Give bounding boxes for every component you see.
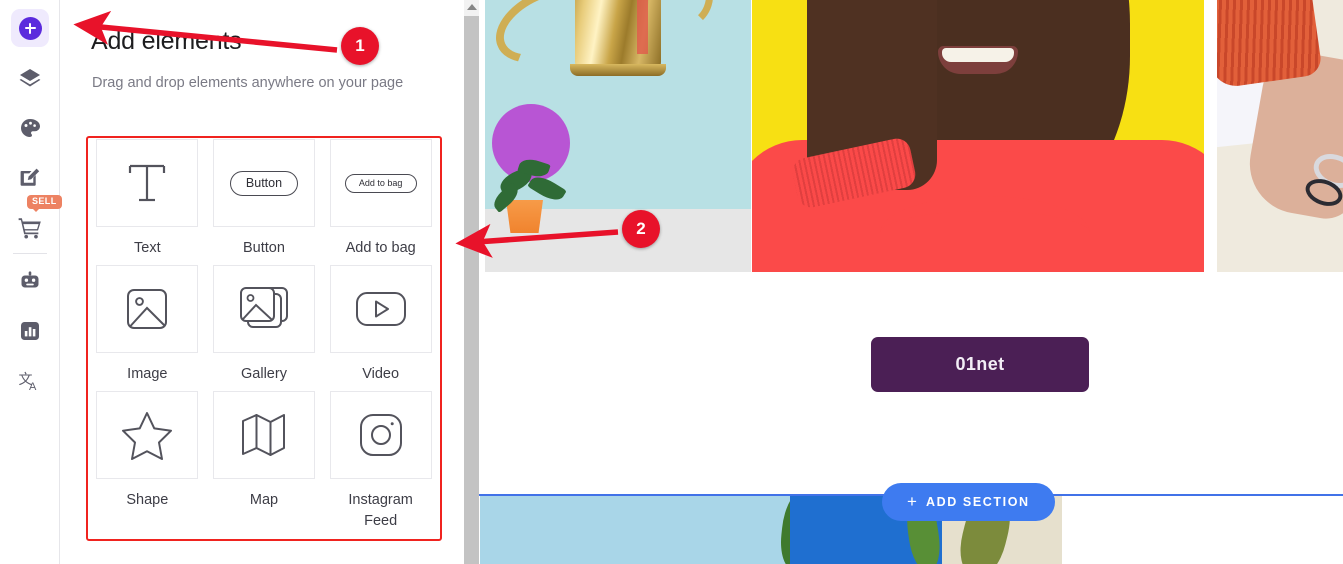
element-card-add-to-bag[interactable]: Add to bag Add to bag <box>322 139 439 265</box>
element-card-shape-label: Shape <box>126 492 169 508</box>
element-card-video-label: Video <box>362 366 400 382</box>
element-card-add-to-bag-label: Add to bag <box>345 240 416 256</box>
plus-icon: + <box>907 492 917 511</box>
scrollbar-thumb[interactable] <box>464 16 479 564</box>
rail-item-analytics[interactable] <box>11 312 49 350</box>
element-card-shape-thumb <box>96 391 199 479</box>
robot-icon <box>21 271 39 288</box>
element-card-map[interactable]: Map <box>206 391 323 538</box>
element-card-instagram-feed[interactable]: Instagram Feed <box>322 391 439 538</box>
instagram-icon <box>359 414 402 456</box>
add-section-button[interactable]: + ADD SECTION <box>882 483 1055 521</box>
scroll-up-arrow-icon[interactable] <box>464 0 479 14</box>
watering-can-photo <box>485 0 751 272</box>
element-card-text-label: Text <box>134 240 161 256</box>
layers-icon <box>19 69 41 87</box>
element-card-instagram-feed-label: Instagram Feed <box>348 492 413 529</box>
add-to-bag-pill-icon: Add to bag <box>344 173 417 193</box>
hand-with-ring-photo <box>1217 0 1343 272</box>
image-icon <box>127 289 168 329</box>
elements-grid-highlight: Text Button Button Add to bag Add to bag <box>86 136 442 541</box>
pencil-square-icon <box>20 168 40 186</box>
element-card-button-label: Button <box>243 240 285 256</box>
element-card-map-label: Map <box>249 492 279 508</box>
canvas-scrollbar[interactable] <box>464 0 479 564</box>
add-elements-panel: Add elements Drag and drop elements anyw… <box>60 0 464 564</box>
plus-circle-icon <box>18 16 42 40</box>
annotation-badge-1: 1 <box>341 27 379 65</box>
sell-badge: SELL <box>27 195 62 211</box>
left-icon-rail: SELL 文 A <box>0 0 62 564</box>
rail-item-translate[interactable]: 文 A <box>11 362 49 400</box>
element-card-map-thumb <box>212 391 315 479</box>
rail-divider <box>13 253 47 254</box>
svg-text:A: A <box>29 381 37 393</box>
element-card-text[interactable]: Text <box>89 139 206 265</box>
element-card-video[interactable]: Video <box>322 265 439 391</box>
element-card-gallery-label: Gallery <box>241 366 287 382</box>
rail-item-store[interactable] <box>11 209 49 247</box>
element-card-image-label: Image <box>127 366 168 382</box>
button-pill-icon: Button <box>229 170 298 196</box>
smiling-man-photo <box>752 0 1204 272</box>
element-card-add-to-bag-thumb: Add to bag <box>329 139 432 227</box>
annotation-badge-2: 2 <box>622 210 660 248</box>
element-card-button-thumb: Button <box>212 139 315 227</box>
text-t-icon <box>129 164 166 202</box>
rail-item-layers[interactable] <box>11 59 49 97</box>
element-card-shape[interactable]: Shape <box>89 391 206 538</box>
element-card-gallery[interactable]: Gallery <box>206 265 323 391</box>
element-card-button[interactable]: Button Button <box>206 139 323 265</box>
elements-grid: Text Button Button Add to bag Add to bag <box>89 139 439 538</box>
video-play-icon <box>355 292 406 326</box>
panel-title: Add elements <box>91 27 242 55</box>
panel-subtitle: Drag and drop elements anywhere on your … <box>92 75 404 91</box>
rail-item-assistant[interactable] <box>11 262 49 300</box>
cta-button[interactable]: 01net <box>871 337 1089 392</box>
add-section-label: ADD SECTION <box>925 495 1030 509</box>
element-card-image[interactable]: Image <box>89 265 206 391</box>
palette-icon <box>21 119 40 137</box>
star-shape-icon <box>122 412 173 460</box>
wix-editor-screen: SELL 文 A Add elements Drag and drop elem… <box>0 0 1343 564</box>
element-card-image-thumb <box>96 265 199 353</box>
gallery-icon <box>239 287 288 328</box>
rail-item-add-elements[interactable] <box>11 9 49 47</box>
element-card-video-thumb <box>329 265 432 353</box>
shopping-cart-icon <box>18 218 41 239</box>
element-card-text-thumb <box>96 139 199 227</box>
translate-icon: 文 A <box>19 371 38 393</box>
rail-item-theme[interactable] <box>11 109 49 147</box>
rail-item-edit[interactable] <box>11 159 49 197</box>
element-card-instagram-feed-thumb <box>329 391 432 479</box>
element-card-gallery-thumb <box>212 265 315 353</box>
map-fold-icon <box>241 414 285 456</box>
bar-chart-icon <box>21 322 39 340</box>
site-canvas: 01net + ADD SECTION <box>464 0 1343 564</box>
